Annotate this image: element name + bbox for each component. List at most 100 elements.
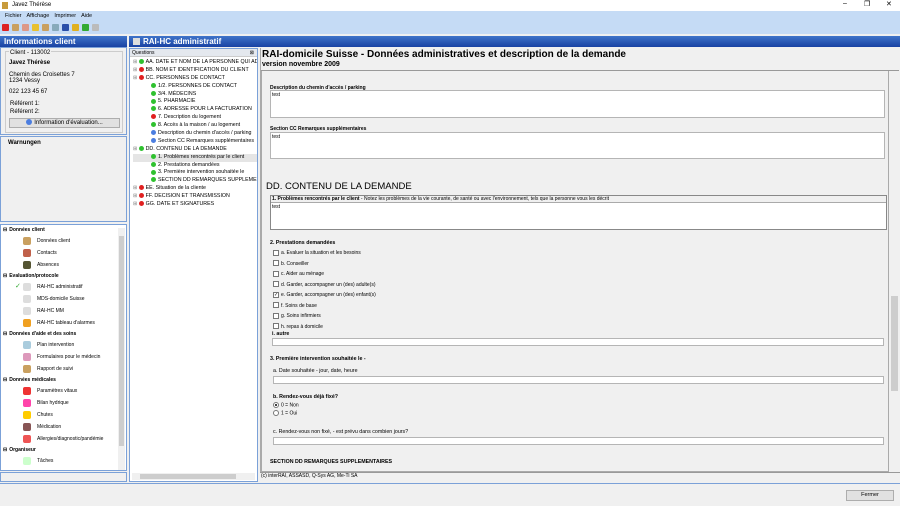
q3a-input[interactable] xyxy=(273,376,884,384)
contacts-icon[interactable] xyxy=(42,24,49,31)
tree-item[interactable]: ⊞ FF. DECISION ET TRANSMISSION xyxy=(133,193,257,201)
q2-option[interactable]: f. Soins de base xyxy=(273,301,376,312)
nav-section[interactable]: ⊟ Données client xyxy=(1,225,126,235)
calendar-icon[interactable] xyxy=(2,24,9,31)
refresh-icon[interactable] xyxy=(52,24,59,31)
tree-item[interactable]: 3. Première intervention souhaitée le xyxy=(133,169,257,177)
nav-section[interactable]: ⊟ Données médicales xyxy=(1,375,126,385)
tree-item[interactable]: ⊞ CC. PERSONNES DE CONTACT xyxy=(133,75,257,83)
pin-icon[interactable]: ⊠ xyxy=(250,49,254,57)
menu-imprimer[interactable]: Imprimer xyxy=(54,13,76,19)
tree-item[interactable]: 3/4. MÉDECINS xyxy=(133,91,257,99)
collapse-icon[interactable]: ⊟ xyxy=(3,273,7,279)
tree-item[interactable]: ⊞ DD. CONTENU DE LA DEMANDE xyxy=(133,146,257,154)
nav-section[interactable]: ⊟ Organiseur xyxy=(1,445,126,455)
nav-item[interactable]: Contacts xyxy=(1,247,126,259)
print-preview-icon[interactable] xyxy=(92,24,99,31)
tree-item[interactable]: Section CC Remarques supplémentaires xyxy=(133,138,257,146)
nav-item[interactable]: Allergies/diagnostic/pandémie xyxy=(1,433,126,445)
nav-item[interactable]: Rapport de suivi xyxy=(1,363,126,375)
radio-button[interactable] xyxy=(273,402,279,408)
access-textarea[interactable]: test xyxy=(270,90,885,118)
tree-item[interactable]: ⊞ GG. DATE ET SIGNATURES xyxy=(133,201,257,209)
form-scrollbar[interactable] xyxy=(890,71,899,471)
close-button[interactable]: ✕ xyxy=(886,0,892,8)
tree-item[interactable]: 6. ADRESSE POUR LA FACTURATION xyxy=(133,106,257,114)
checkbox[interactable]: ✓ xyxy=(273,291,279,298)
nav-scrollbar[interactable] xyxy=(118,228,125,470)
cc-remarks-textarea[interactable]: test xyxy=(270,132,885,159)
q2-option[interactable]: d. Garder, accompagner un (des) adulte(s… xyxy=(273,280,376,291)
tree-item[interactable]: 8. Accès à la maison / au logement xyxy=(133,122,257,130)
expand-icon[interactable]: ⊞ xyxy=(133,146,139,152)
tree-item[interactable]: ⊞ AA. DATE ET NOM DE LA PERSONNE QUI AD xyxy=(133,59,257,67)
q2-option[interactable]: ✓ e. Garder, accompagner un (des) enfant(… xyxy=(273,290,376,301)
checkbox[interactable] xyxy=(273,323,279,330)
q1-textarea[interactable]: test xyxy=(271,203,886,229)
person-icon[interactable] xyxy=(12,24,19,31)
menu-fichier[interactable]: Fichier xyxy=(5,13,22,19)
checkbox[interactable] xyxy=(273,249,279,256)
collapse-icon[interactable]: ⊟ xyxy=(3,331,7,337)
tree-item[interactable]: 2. Prestations demandées xyxy=(133,162,257,170)
nav-item[interactable]: Plan intervention xyxy=(1,339,126,351)
tree-horizontal-scrollbar[interactable] xyxy=(132,473,255,480)
nav-item[interactable]: Absences xyxy=(1,259,126,271)
expand-icon[interactable]: ⊞ xyxy=(133,193,139,199)
checkbox[interactable] xyxy=(273,270,279,277)
expand-icon[interactable]: ⊞ xyxy=(133,201,139,207)
tree-item[interactable]: 1. Problèmes rencontrés par le client xyxy=(133,153,257,162)
nav-item[interactable]: Tâches xyxy=(1,455,126,467)
q3c-input[interactable] xyxy=(273,437,884,445)
checkbox[interactable] xyxy=(273,302,279,309)
q2-option[interactable]: a. Evaluer la situation et les besoins xyxy=(273,248,376,259)
nav-item[interactable]: Médication xyxy=(1,421,126,433)
tree-item[interactable]: ⊞ BB. NOM ET IDENTIFICATION DU CLIENT xyxy=(133,67,257,75)
nav-item[interactable]: Paramètres vitaux xyxy=(1,385,126,397)
tree-item[interactable]: 5. PHARMACIE xyxy=(133,98,257,106)
nav-item[interactable]: MDS-domicile Suisse xyxy=(1,293,126,305)
nav-item[interactable]: RAI-HC tableau d'alarmes xyxy=(1,317,126,329)
nav-item[interactable]: Formulaires pour le médecin xyxy=(1,351,126,363)
nav-item[interactable]: RAI-HC MM xyxy=(1,305,126,317)
folder-icon[interactable] xyxy=(32,24,39,31)
q2-option[interactable]: b. Conseiller xyxy=(273,259,376,270)
checkbox[interactable] xyxy=(273,312,279,319)
evaluation-info-button[interactable]: Information d'évaluation... xyxy=(9,118,120,128)
checkbox[interactable] xyxy=(273,260,279,267)
restore-button[interactable]: ❐ xyxy=(864,0,870,8)
q2-other-input[interactable] xyxy=(272,338,884,346)
menu-aide[interactable]: Aide xyxy=(81,13,92,19)
expand-icon[interactable]: ⊞ xyxy=(133,185,139,191)
nav-item[interactable]: ✓ RAI-HC administratif xyxy=(1,281,126,293)
menu-affichage[interactable]: Affichage xyxy=(27,13,50,19)
collapse-icon[interactable]: ⊟ xyxy=(3,447,7,453)
tree-item[interactable]: SECTION DD REMARQUES SUPPLEMENT xyxy=(133,177,257,185)
report-icon[interactable] xyxy=(22,24,29,31)
nav-item[interactable]: Bilan hydrique xyxy=(1,397,126,409)
radio-button[interactable] xyxy=(273,410,279,416)
tree-item[interactable]: Description du chemin d'accès / parking xyxy=(133,130,257,138)
checkbox[interactable] xyxy=(273,281,279,288)
tree-item[interactable]: ⊞ EE. Situation de la cliente xyxy=(133,185,257,193)
tree-item[interactable]: 7. Description du logement xyxy=(133,114,257,122)
minimize-button[interactable]: – xyxy=(843,0,847,7)
nav-item[interactable]: Chutes xyxy=(1,409,126,421)
q3b-radio-option[interactable]: 1 = Oui xyxy=(273,410,299,418)
collapse-icon[interactable]: ⊟ xyxy=(3,377,7,383)
sync-icon[interactable] xyxy=(82,24,89,31)
q2-option[interactable]: c. Aider au ménage xyxy=(273,269,376,280)
nav-item[interactable]: Données client xyxy=(1,235,126,247)
expand-icon[interactable]: ⊞ xyxy=(133,75,139,81)
q2-option[interactable]: g. Soins infirmiers xyxy=(273,311,376,322)
nav-section[interactable]: ⊟ Evaluation/protocole xyxy=(1,271,126,281)
save-icon[interactable] xyxy=(62,24,69,31)
expand-icon[interactable]: ⊞ xyxy=(133,67,139,73)
nav-section[interactable]: ⊟ Données d'aide et des soins xyxy=(1,329,126,339)
lock-icon[interactable] xyxy=(72,24,79,31)
collapse-icon[interactable]: ⊟ xyxy=(3,227,7,233)
close-form-button[interactable]: Fermer xyxy=(846,490,894,501)
q3b-radio-option[interactable]: 0 = Non xyxy=(273,402,299,410)
expand-icon[interactable]: ⊞ xyxy=(133,59,139,65)
tree-item[interactable]: 1/2. PERSONNES DE CONTACT xyxy=(133,83,257,91)
